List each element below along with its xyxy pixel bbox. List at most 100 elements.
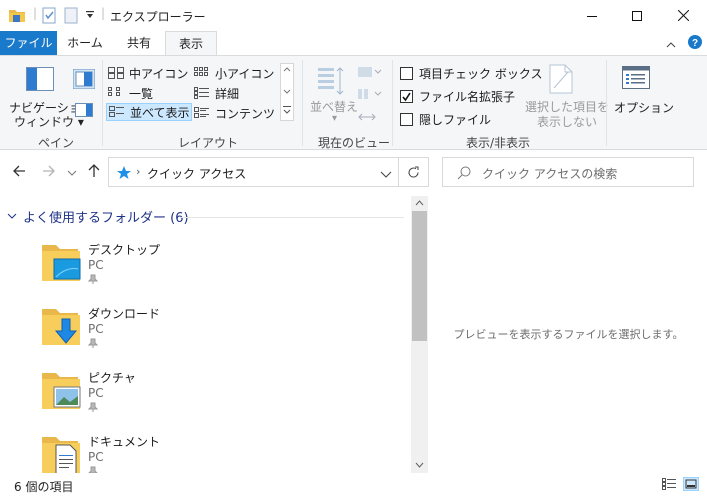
tab-home[interactable]: ホーム bbox=[57, 31, 113, 55]
item-checkboxes-toggle[interactable]: 項目チェック ボックス bbox=[400, 65, 542, 82]
ribbon-tabs: ファイル ホーム 共有 表示 ? bbox=[0, 31, 707, 56]
pin-icon bbox=[87, 273, 99, 287]
chevron-down-icon bbox=[380, 171, 392, 178]
preview-message: プレビューを表示するファイルを選択します。 bbox=[453, 328, 684, 341]
preview-pane-icon[interactable] bbox=[72, 68, 96, 92]
options-icon[interactable] bbox=[622, 66, 650, 93]
chevron-down-icon bbox=[67, 170, 77, 176]
hidden-items-toggle[interactable]: 隠しファイル bbox=[400, 111, 491, 128]
layout-small-icons[interactable]: 小アイコン bbox=[194, 64, 274, 82]
checkbox[interactable] bbox=[400, 113, 413, 126]
checkbox-label: 隠しファイル bbox=[419, 113, 492, 127]
add-columns-icon[interactable] bbox=[358, 86, 382, 105]
window-title: エクスプローラー bbox=[110, 10, 206, 24]
list-item[interactable]: デスクトップ PC bbox=[40, 239, 220, 299]
show-hide-group-label: 表示/非表示 bbox=[466, 136, 531, 150]
properties-icon[interactable] bbox=[42, 7, 57, 24]
list-item[interactable]: ダウンロード PC bbox=[40, 303, 220, 363]
downloads-folder-icon bbox=[40, 303, 84, 352]
details-icon bbox=[194, 87, 209, 99]
list-item[interactable]: ドキュメント PC bbox=[40, 431, 220, 473]
file-extensions-toggle[interactable]: ファイル名拡張子 bbox=[400, 88, 515, 105]
layout-list[interactable]: 一覧 bbox=[108, 84, 153, 102]
item-count: 6 個の項目 bbox=[14, 480, 74, 494]
recent-locations-button[interactable] bbox=[67, 166, 77, 182]
chevron-down-icon bbox=[7, 213, 17, 219]
breadcrumb-location[interactable]: クイック アクセス bbox=[147, 165, 246, 182]
checkbox-label: ファイル名拡張子 bbox=[419, 90, 516, 104]
collapse-ribbon-icon[interactable] bbox=[666, 37, 676, 51]
tab-share[interactable]: 共有 bbox=[113, 31, 165, 55]
address-dropdown-button[interactable] bbox=[380, 168, 392, 182]
new-folder-icon[interactable] bbox=[64, 7, 79, 24]
layout-item-label: コンテンツ bbox=[215, 106, 276, 121]
back-arrow-icon bbox=[13, 165, 25, 177]
tab-view[interactable]: 表示 bbox=[165, 31, 217, 56]
hide-selected-items-icon[interactable] bbox=[549, 64, 573, 97]
desktop-folder-icon bbox=[40, 239, 84, 288]
layout-scroll-arrows-icon bbox=[283, 67, 291, 114]
forward-arrow-icon bbox=[43, 165, 55, 177]
address-bar[interactable]: › クイック アクセス bbox=[108, 157, 399, 187]
layout-details[interactable]: 詳細 bbox=[194, 84, 239, 102]
tiles-icon bbox=[109, 106, 124, 117]
separator: | bbox=[33, 6, 38, 20]
details-pane-icon[interactable] bbox=[75, 103, 93, 120]
up-button[interactable] bbox=[87, 163, 101, 182]
group-by-icon[interactable] bbox=[358, 64, 382, 83]
maximize-icon bbox=[632, 10, 642, 21]
item-location: PC bbox=[88, 322, 104, 336]
quick-access-toolbar-dropdown-icon[interactable] bbox=[85, 9, 95, 26]
group-separator bbox=[392, 60, 393, 146]
refresh-button[interactable] bbox=[399, 157, 429, 187]
search-icon bbox=[457, 166, 471, 183]
preview-pane: プレビューを表示するファイルを選択します。 bbox=[430, 196, 707, 473]
item-name: ドキュメント bbox=[88, 435, 161, 449]
item-name: デスクトップ bbox=[88, 243, 161, 257]
large-icons-view-toggle[interactable] bbox=[683, 477, 699, 491]
item-name: ダウンロード bbox=[88, 307, 161, 321]
checkbox-label: 項目チェック ボックス bbox=[419, 67, 543, 81]
layout-item-label: 小アイコン bbox=[215, 66, 275, 81]
documents-folder-icon bbox=[40, 431, 84, 473]
tab-file[interactable]: ファイル bbox=[0, 31, 57, 55]
current-view-group-label: 現在のビュー bbox=[318, 136, 391, 150]
navigation-pane-icon[interactable] bbox=[26, 67, 54, 94]
sort-by-icon[interactable] bbox=[318, 66, 346, 99]
group-separator bbox=[102, 60, 103, 146]
checkbox-checked[interactable] bbox=[400, 90, 413, 103]
breadcrumb-chevron-icon[interactable]: › bbox=[136, 165, 140, 178]
checkbox[interactable] bbox=[400, 67, 413, 80]
layout-item-label: 中アイコン bbox=[129, 66, 189, 81]
layout-content[interactable]: コンテンツ bbox=[194, 104, 275, 122]
options-button[interactable]: オプション bbox=[614, 99, 674, 116]
layout-tiles[interactable]: 並べて表示 bbox=[106, 103, 192, 121]
forward-button[interactable] bbox=[42, 164, 56, 182]
maximize-button[interactable] bbox=[614, 0, 660, 31]
details-view-toggle[interactable] bbox=[662, 478, 676, 493]
layout-item-label: 一覧 bbox=[129, 86, 154, 101]
search-box[interactable]: クイック アクセスの検索 bbox=[442, 157, 694, 187]
layout-medium-icons[interactable]: 中アイコン bbox=[108, 64, 188, 82]
frequent-folders-group-header[interactable]: よく使用するフォルダー (6) bbox=[7, 207, 189, 226]
item-name: ピクチャ bbox=[88, 371, 136, 385]
back-button[interactable] bbox=[12, 164, 26, 182]
pictures-folder-icon bbox=[40, 367, 84, 416]
item-location: PC bbox=[88, 386, 104, 400]
scrollbar-thumb[interactable] bbox=[412, 211, 427, 341]
title-bar: | | エクスプローラー bbox=[0, 0, 707, 31]
minimize-icon bbox=[587, 15, 597, 17]
hide-selected-label-2[interactable]: 表示しない bbox=[537, 113, 597, 130]
size-all-columns-icon[interactable] bbox=[358, 109, 376, 128]
up-arrow-icon bbox=[88, 164, 100, 177]
navigation-pane-label-2[interactable]: ウィンドウ ▾ bbox=[14, 113, 84, 130]
content-icon bbox=[194, 107, 209, 118]
layout-scroll[interactable] bbox=[280, 63, 294, 121]
minimize-button[interactable] bbox=[569, 0, 615, 31]
list-item[interactable]: ピクチャ PC bbox=[40, 367, 220, 427]
close-button[interactable] bbox=[660, 0, 706, 31]
help-icon[interactable]: ? bbox=[688, 35, 702, 52]
list-icon bbox=[108, 87, 120, 96]
group-header-label: よく使用するフォルダー (6) bbox=[23, 211, 189, 226]
sort-dropdown-icon: ▾ bbox=[332, 113, 338, 124]
